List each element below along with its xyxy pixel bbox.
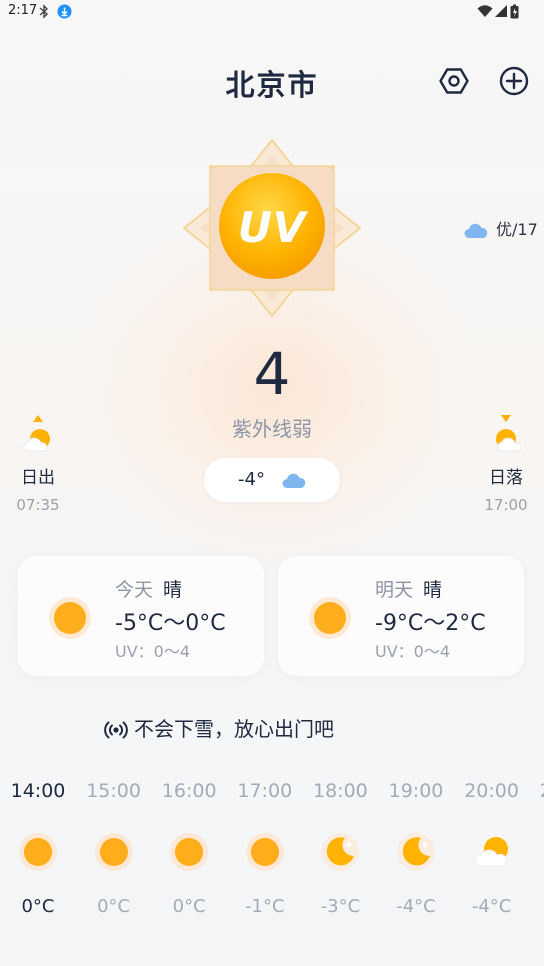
hourly-item: 16:00 0°C (151, 780, 227, 917)
hourly-item: 19:00 -4°C (378, 780, 454, 917)
sunrise-icon (23, 415, 50, 452)
aqi-text: 优/17 (496, 220, 538, 239)
hourly-time: 17:00 (237, 780, 293, 802)
signal-icon (495, 5, 507, 17)
sun-icon (151, 832, 227, 876)
wifi-icon (477, 5, 493, 17)
hourly-time: 16:00 (161, 780, 217, 802)
tomorrow-uv: UV：0〜4 (375, 642, 451, 661)
cloud-icon (464, 223, 488, 238)
sunrise-info: 日出 07:35 (8, 413, 68, 514)
sun-icon (227, 832, 303, 876)
hourly-item: 18:00 -3°C (302, 780, 378, 917)
moon-icon (302, 832, 378, 876)
status-bar: 2:17 (0, 0, 544, 24)
today-uv: UV：0〜4 (115, 642, 191, 661)
tomorrow-weather: 晴 (423, 579, 443, 601)
hourly-temp: -3°C (320, 896, 361, 917)
sun-icon (309, 597, 351, 639)
uv-badge: UV (182, 138, 362, 318)
sunset-time: 17:00 (484, 496, 528, 514)
tomorrow-label: 明天晴 (375, 575, 442, 602)
tomorrow-forecast-card[interactable]: 明天晴 -9°C〜2°C UV：0〜4 (278, 556, 524, 676)
current-temp-pill: -4° (204, 458, 340, 502)
cloud-icon (282, 473, 306, 488)
sun-icon (76, 832, 152, 876)
today-label: 今天晴 (115, 575, 182, 602)
uv-badge-text: UV (237, 203, 307, 252)
sun-icon (0, 832, 76, 876)
hourly-temp: -1°C (245, 896, 285, 917)
hourly-time: 20:00 (464, 780, 519, 802)
sun-icon (49, 597, 91, 639)
sunset-label: 日落 (489, 468, 523, 488)
hourly-time: 19:00 (388, 780, 444, 802)
tomorrow-day: 明天 (375, 579, 414, 601)
notice-text: 不会下雪，放心出门吧 (134, 717, 334, 741)
uv-index-value: 4 (253, 340, 291, 408)
hourly-forecast[interactable]: 14:00 0°C 15:00 0°C 16:00 0°C 17:00 -1°C 18:00 -3… (0, 780, 544, 930)
current-temp: -4° (238, 469, 265, 490)
hourly-time: 15:00 (86, 780, 141, 802)
weather-notice: 不会下雪，放心出门吧 (104, 713, 334, 742)
hourly-item: 14:00 0°C (0, 780, 76, 917)
sunrise-label: 日出 (21, 468, 55, 488)
sunset-icon (496, 415, 522, 452)
moon-icon (378, 832, 454, 876)
today-range: -5°C〜0°C (115, 611, 226, 636)
status-time: 2:17 (8, 3, 38, 18)
bluetooth-icon (39, 4, 49, 19)
download-icon (57, 4, 72, 19)
hourly-temp: 0°C (97, 896, 131, 917)
hourly-temp: -4°C (529, 896, 544, 917)
today-weather: 晴 (163, 579, 183, 601)
hourly-temp: -4°C (471, 896, 512, 917)
broadcast-icon (104, 721, 128, 739)
aqi-indicator[interactable]: 优/17 (464, 216, 538, 240)
tomorrow-range: -9°C〜2°C (375, 611, 486, 636)
hourly-temp: 0°C (21, 896, 55, 917)
hourly-time: 21:00 (529, 780, 544, 808)
settings-button[interactable] (439, 66, 469, 96)
hourly-temp: -4°C (396, 896, 436, 917)
hourly-time: 14:00 (10, 780, 66, 802)
hourly-time: 18:00 (313, 780, 368, 802)
hourly-item: 21:00 -4°C (529, 780, 544, 917)
add-city-button[interactable] (499, 66, 529, 96)
hourly-temp: 0°C (172, 896, 206, 917)
sunset-info: 日落 17:00 (476, 413, 536, 514)
today-forecast-card[interactable]: 今天晴 -5°C〜0°C UV：0〜4 (18, 556, 264, 676)
cloudy-sun-icon (454, 832, 530, 876)
settings-icon (439, 68, 469, 94)
hourly-item: 15:00 0°C (76, 780, 152, 917)
cloudy-sun-icon (529, 832, 544, 876)
uv-level-text: 紫外线弱 (232, 417, 312, 441)
sunrise-time: 07:35 (16, 496, 60, 514)
add-icon (499, 66, 529, 96)
hourly-item: 20:00 -4°C (454, 780, 530, 917)
hourly-item: 17:00 -1°C (227, 780, 303, 917)
battery-icon (510, 4, 519, 19)
today-day: 今天 (115, 579, 154, 601)
